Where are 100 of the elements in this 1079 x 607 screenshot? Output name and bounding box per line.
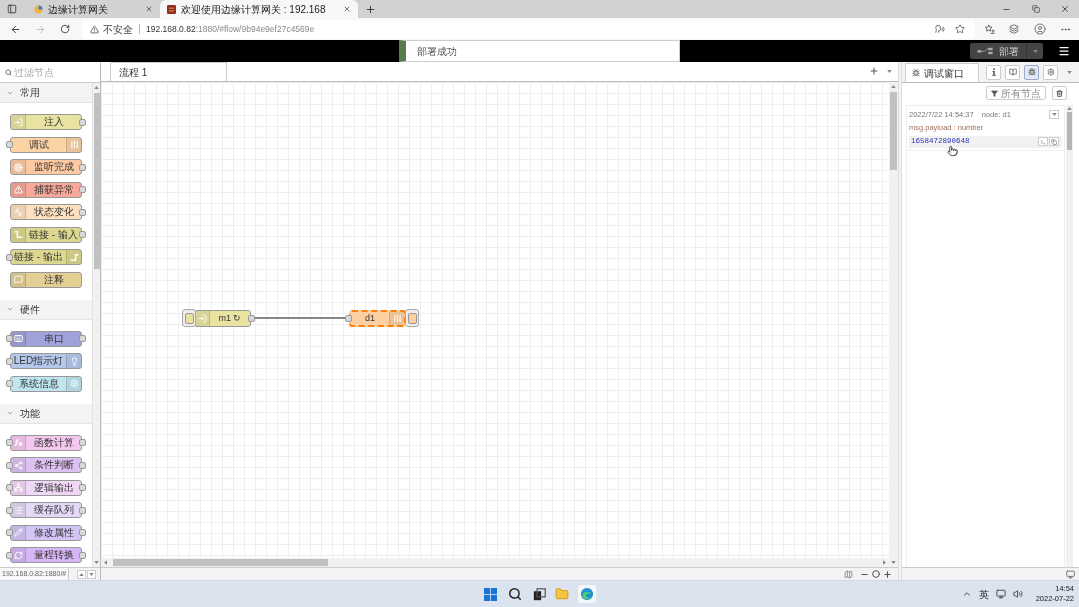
palette-node[interactable]: 注释 xyxy=(10,271,82,288)
zoom-reset-icon[interactable] xyxy=(872,570,880,578)
input-language[interactable]: 英 xyxy=(978,586,989,602)
output-port[interactable] xyxy=(79,506,86,514)
caret-icon[interactable] xyxy=(1032,49,1038,53)
flow-node[interactable]: m1 ↻ xyxy=(194,309,251,327)
output-port[interactable] xyxy=(248,314,255,322)
scrollbar-thumb[interactable] xyxy=(1067,112,1072,150)
palette-node[interactable]: 缓存队列 xyxy=(10,502,82,518)
filter-button[interactable]: 所有节点 xyxy=(986,86,1046,100)
filter-input[interactable]: 过滤节点 xyxy=(14,64,94,80)
address-url[interactable]: 192.168.0.82:1880/#flow/9b94e9ef27c4569e xyxy=(146,22,315,36)
add-icon[interactable] xyxy=(869,66,879,76)
star-list-icon[interactable] xyxy=(985,24,995,34)
caret-up-icon[interactable] xyxy=(79,572,84,576)
palette-node[interactable]: 量程转换 xyxy=(10,547,82,563)
scroll-down-icon[interactable] xyxy=(94,561,99,564)
browser-tab[interactable]: 边缘计算网关 xyxy=(27,0,160,18)
scrollbar-thumb[interactable] xyxy=(113,559,328,566)
palette-node[interactable]: 状态变化 xyxy=(10,204,82,220)
palette-node[interactable]: 调试 xyxy=(10,136,82,153)
warning-icon[interactable] xyxy=(90,24,99,34)
palette-node[interactable]: 注入 xyxy=(10,114,82,130)
sidebar-tool-button[interactable] xyxy=(986,64,1001,80)
output-port[interactable] xyxy=(79,461,86,469)
palette-node[interactable]: 链接 - 输出 xyxy=(10,249,82,265)
copy-button[interactable] xyxy=(1049,137,1059,146)
palette-node[interactable]: 监听完成 xyxy=(10,159,82,175)
palette-node[interactable]: 修改属性 xyxy=(10,524,82,541)
scrollbar[interactable] xyxy=(92,83,100,567)
scrollbar[interactable] xyxy=(101,558,889,567)
start-menu-icon[interactable] xyxy=(483,587,497,601)
task-view-icon[interactable] xyxy=(532,587,546,601)
palette-node[interactable]: 捕获异常 xyxy=(10,181,82,198)
flow-node[interactable]: d1 xyxy=(349,309,406,327)
zoom-in-icon[interactable] xyxy=(883,569,892,579)
scrollbar[interactable] xyxy=(1066,105,1073,567)
palette-node[interactable]: 链接 - 输入 xyxy=(10,226,82,243)
flow-canvas[interactable]: m1 ↻ d1 xyxy=(101,82,889,558)
palette-node[interactable]: 系统信息 xyxy=(10,375,82,392)
output-port[interactable] xyxy=(79,208,86,216)
debug-toggle-button[interactable] xyxy=(405,309,419,327)
output-port[interactable] xyxy=(79,551,86,559)
scroll-down-icon[interactable] xyxy=(891,561,896,564)
flow-tab[interactable]: 流程 1 xyxy=(110,62,227,81)
output-port[interactable] xyxy=(79,439,86,446)
scrollbar-thumb[interactable] xyxy=(93,93,100,269)
output-port[interactable] xyxy=(79,231,86,238)
terminal-button[interactable] xyxy=(1038,137,1048,146)
caret-icon[interactable] xyxy=(1067,71,1072,74)
sidebar-tool-button[interactable] xyxy=(1024,64,1039,80)
address-bar[interactable]: 不安全 192.168.0.82:1880/#flow/9b94e9ef27c4569e xyxy=(82,19,975,39)
palette-node[interactable]: 条件判断 xyxy=(10,457,82,473)
filter-field[interactable]: 过滤节点 xyxy=(0,62,100,83)
map-icon[interactable] xyxy=(844,569,853,579)
search-icon[interactable] xyxy=(507,587,522,601)
forward-icon[interactable] xyxy=(35,23,46,35)
monitor-icon[interactable] xyxy=(1066,569,1075,579)
scroll-up-icon[interactable] xyxy=(891,85,896,88)
scroll-up-button[interactable] xyxy=(77,569,86,579)
profile-icon[interactable] xyxy=(1034,23,1046,35)
output-port[interactable] xyxy=(79,186,86,193)
palette-node[interactable]: LED指示灯 xyxy=(10,353,82,369)
deploy-menu-button[interactable] xyxy=(1026,43,1043,59)
chevron-up-icon[interactable] xyxy=(961,589,972,599)
close-icon[interactable] xyxy=(145,5,153,13)
restore-icon[interactable] xyxy=(1031,5,1040,13)
close-icon[interactable] xyxy=(1059,4,1070,14)
caret-icon[interactable] xyxy=(887,70,892,73)
refresh-icon[interactable] xyxy=(60,24,70,34)
scroll-right-icon[interactable] xyxy=(883,560,886,565)
security-label[interactable]: 不安全 xyxy=(103,21,133,37)
panel-icon[interactable] xyxy=(7,4,17,14)
output-port[interactable] xyxy=(79,118,86,126)
palette-node[interactable]: 逻辑输出 xyxy=(10,479,82,496)
deploy-button[interactable]: 部署 xyxy=(970,43,1026,59)
speaking-head-icon[interactable] xyxy=(935,24,945,34)
scroll-up-icon[interactable] xyxy=(94,86,99,89)
scrollbar-thumb[interactable] xyxy=(890,92,897,170)
monitor-icon[interactable] xyxy=(995,589,1006,599)
back-icon[interactable] xyxy=(10,23,21,35)
stacked-layers-icon[interactable] xyxy=(1009,24,1019,34)
caret-down-icon[interactable] xyxy=(89,572,94,576)
output-port[interactable] xyxy=(79,484,86,491)
sidebar-tab[interactable]: 调试窗口 xyxy=(905,63,979,82)
close-icon[interactable] xyxy=(343,5,351,13)
swirl-app-icon[interactable] xyxy=(577,585,596,603)
clear-button[interactable] xyxy=(1052,86,1067,100)
speaker-icon[interactable] xyxy=(1012,589,1023,599)
sidebar-tool-button[interactable] xyxy=(1043,64,1058,80)
output-port[interactable] xyxy=(79,335,86,342)
new-tab-icon[interactable] xyxy=(365,3,376,15)
inject-button[interactable] xyxy=(182,309,196,327)
output-port[interactable] xyxy=(79,163,86,171)
output-port[interactable] xyxy=(79,529,86,536)
palette-node[interactable]: 函数计算 xyxy=(10,434,82,451)
scroll-down-button[interactable] xyxy=(87,569,96,579)
menu-icon[interactable] xyxy=(1058,45,1070,57)
sidebar-tool-button[interactable] xyxy=(1005,64,1020,80)
scrollbar[interactable] xyxy=(889,82,898,567)
